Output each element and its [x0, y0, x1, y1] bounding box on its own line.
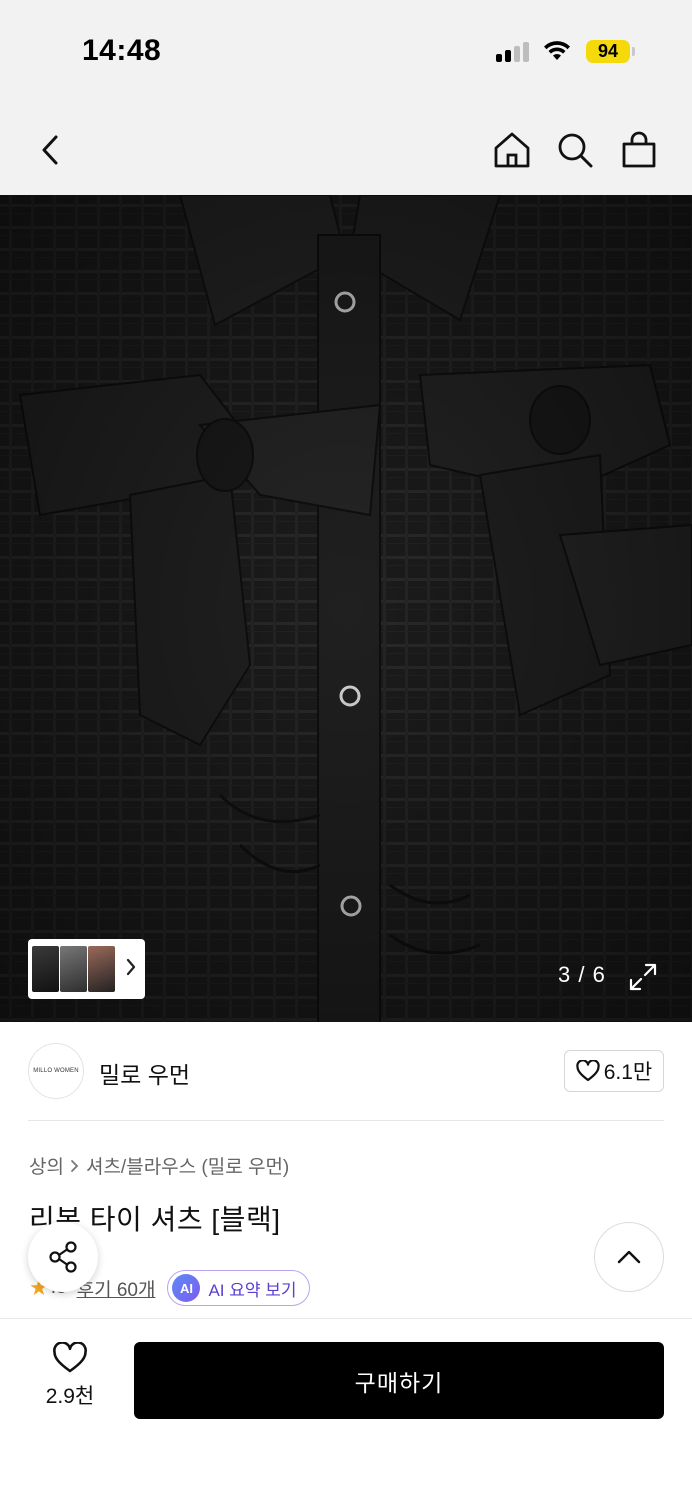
chevron-right-icon: [126, 958, 136, 976]
brand-like-button[interactable]: 6.1만: [564, 1050, 664, 1092]
scroll-to-top-button[interactable]: [594, 1222, 664, 1292]
thumbnail[interactable]: [88, 946, 115, 992]
search-icon[interactable]: [555, 130, 595, 170]
share-icon: [49, 1241, 77, 1273]
home-icon[interactable]: [492, 130, 532, 170]
product-image[interactable]: [0, 195, 692, 1022]
thumbnail-strip[interactable]: [28, 939, 145, 999]
battery-indicator: 94: [586, 40, 630, 63]
brand-logo[interactable]: MILLO WOMEN: [28, 1043, 84, 1099]
chevron-right-icon: [71, 1159, 79, 1172]
heart-icon: [53, 1342, 87, 1373]
chevron-up-icon: [617, 1250, 641, 1264]
status-time: 14:48: [82, 34, 162, 67]
cellular-signal-icon: [496, 42, 530, 62]
bag-icon[interactable]: [619, 130, 659, 170]
breadcrumb: 상의 셔츠/블라우스 (밀로 우먼): [29, 1152, 289, 1179]
status-bar: 14:48 94: [0, 0, 692, 100]
buy-button[interactable]: 구매하기: [134, 1342, 664, 1419]
expand-icon[interactable]: [628, 962, 658, 992]
wishlist-count: 2.9천: [45, 1385, 95, 1408]
heart-icon: [576, 1060, 600, 1082]
divider: [28, 1120, 664, 1121]
breadcrumb-item[interactable]: 셔츠/블라우스 (밀로 우먼): [86, 1152, 289, 1179]
image-counter: 3 / 6: [558, 962, 606, 987]
ai-summary-button[interactable]: AI AI 요약 보기: [167, 1270, 310, 1306]
ai-summary-label: AI 요약 보기: [208, 1280, 297, 1300]
back-icon[interactable]: [30, 130, 70, 170]
nav-bar: [0, 100, 692, 195]
battery-cap: [632, 47, 635, 56]
breadcrumb-item[interactable]: 상의: [29, 1152, 64, 1179]
brand-like-count: 6.1만: [603, 1061, 653, 1084]
thumbnail[interactable]: [60, 946, 87, 992]
wishlist-button[interactable]: 2.9천: [30, 1342, 110, 1418]
share-button[interactable]: [28, 1222, 98, 1292]
wifi-icon: [544, 41, 570, 60]
thumbnail[interactable]: [32, 946, 59, 992]
brand-name[interactable]: 밀로 우먼: [99, 1056, 190, 1090]
ai-badge-icon: AI: [172, 1274, 201, 1302]
